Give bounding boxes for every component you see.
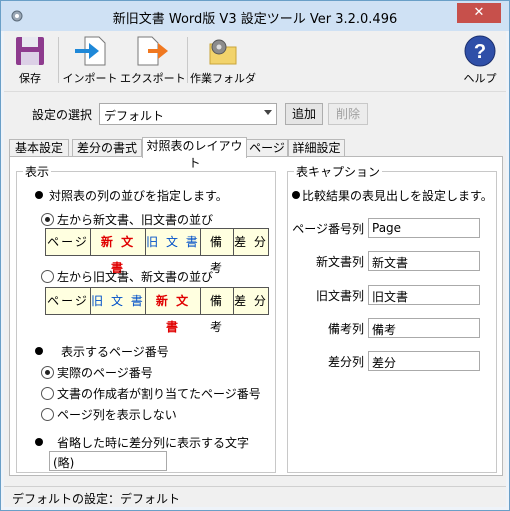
page-author-assigned-label: 文書の作成者が割り当てたページ番号	[57, 387, 261, 401]
bullet-icon	[35, 191, 43, 199]
caption-group-title: 表キャプション	[294, 163, 383, 180]
folder-gear-icon	[209, 39, 237, 65]
help-button[interactable]: ? ヘルプ	[460, 34, 500, 88]
toolbar-separator	[187, 37, 188, 83]
omit-text-input[interactable]: (略)	[49, 451, 167, 471]
bullet-icon	[35, 347, 43, 355]
tab-panel: 表示 対照表の列の並びを指定します。 左から新文書、旧文書の並び ページ 新 文…	[9, 156, 503, 476]
tab-diff-format[interactable]: 差分の書式	[72, 139, 142, 157]
export-icon	[137, 36, 168, 66]
caption-group: 表キャプション 比較結果の表見出しを設定します。 ページ番号列 Page 新文書…	[287, 163, 497, 473]
page-hide-label: ページ列を表示しない	[57, 408, 177, 422]
page-cell: ページ	[46, 288, 91, 314]
app-window: 新旧文書 Word版 V3 設定ツール Ver 3.2.0.496 ✕ 保存 イ…	[0, 0, 510, 511]
omit-heading: 省略した時に差分列に表示する文字	[57, 436, 250, 450]
bullet-icon	[35, 438, 43, 446]
page-number-heading: 表示するページ番号	[61, 345, 169, 359]
old-doc-cell: 旧 文 書	[91, 288, 146, 314]
export-label: エクスポート	[120, 72, 186, 85]
tab-table-layout[interactable]: 対照表のレイアウト	[142, 137, 247, 170]
save-label: 保存	[19, 72, 41, 85]
work-folder-label: 作業フォルダ	[190, 72, 256, 85]
display-group: 表示 対照表の列の並びを指定します。 左から新文書、旧文書の並び ページ 新 文…	[16, 163, 276, 473]
delete-button[interactable]: 削除	[328, 103, 368, 125]
toolbar: 保存 インポート エクスポート 作業フォルダ ? ヘルプ	[4, 31, 506, 92]
new-doc-caption-input[interactable]: 新文書	[368, 251, 480, 271]
export-button[interactable]: エクスポート	[120, 34, 186, 88]
new-doc-caption-value: 新文書	[372, 256, 409, 270]
notes-caption-input[interactable]: 備考	[368, 318, 480, 338]
chevron-down-icon	[264, 110, 272, 115]
import-icon	[75, 36, 106, 66]
diff-caption-label: 差分列	[327, 355, 364, 369]
diff-caption-input[interactable]: 差分	[368, 351, 480, 371]
old-doc-caption-label: 旧文書列	[315, 289, 364, 303]
notes-cell: 備 考	[201, 229, 234, 275]
notes-caption-value: 備考	[372, 323, 397, 337]
page-actual-label: 実際のページ番号	[57, 366, 153, 380]
new-doc-cell: 新 文 書	[91, 229, 146, 275]
bullet-icon	[292, 191, 300, 199]
tab-basic-settings[interactable]: 基本設定	[9, 139, 69, 157]
notes-cell: 備 考	[201, 288, 234, 334]
new-doc-caption-label: 新文書列	[315, 255, 364, 269]
window-title: 新旧文書 Word版 V3 設定ツール Ver 3.2.0.496	[112, 12, 398, 27]
status-bar: デフォルトの設定：デフォルト	[4, 486, 506, 507]
settings-select-row: 設定の選択 デフォルト 追加 削除	[4, 101, 506, 127]
import-label: インポート	[62, 72, 118, 85]
floppy-disk-icon	[16, 37, 44, 65]
add-button[interactable]: 追加	[285, 103, 323, 125]
settings-dropdown-value: デフォルト	[104, 109, 165, 123]
page-cell: ページ	[46, 229, 91, 255]
help-label: ヘルプ	[463, 72, 497, 85]
settings-select-label: 設定の選択	[32, 108, 93, 122]
order-old-first-radio[interactable]	[41, 270, 54, 283]
help-icon: ?	[464, 35, 496, 67]
order-new-first-radio[interactable]	[41, 213, 54, 226]
omit-text-value: (略)	[53, 456, 75, 470]
page-author-assigned-radio[interactable]	[41, 387, 54, 400]
old-doc-caption-value: 旧文書	[372, 290, 409, 304]
page-actual-radio[interactable]	[41, 366, 54, 379]
column-order-preview-old-first: ページ 旧 文 書 新 文 書 備 考 差 分	[45, 287, 269, 334]
svg-text:?: ?	[474, 41, 486, 63]
notes-caption-label: 備考列	[327, 322, 364, 336]
title-bar: 新旧文書 Word版 V3 設定ツール Ver 3.2.0.496 ✕	[1, 1, 509, 31]
display-group-title: 表示	[23, 163, 52, 180]
close-button[interactable]: ✕	[457, 3, 501, 23]
order-old-first-label: 左から旧文書、新文書の並び	[57, 270, 214, 284]
status-text: デフォルトの設定：デフォルト	[12, 492, 181, 506]
tab-advanced-settings[interactable]: 詳細設定	[288, 139, 345, 157]
client-area: 保存 インポート エクスポート 作業フォルダ ? ヘルプ 設定の選択 デフォルト…	[4, 31, 506, 507]
diff-caption-value: 差分	[372, 356, 397, 370]
save-button[interactable]: 保存	[8, 34, 52, 88]
toolbar-separator	[58, 37, 59, 83]
old-doc-cell: 旧 文 書	[146, 229, 201, 255]
tab-page[interactable]: ページ	[246, 139, 288, 157]
diff-cell: 差 分	[234, 235, 268, 249]
caption-heading: 比較結果の表見出しを設定します。	[302, 189, 493, 203]
diff-cell: 差 分	[234, 294, 268, 308]
page-column-caption-value: Page	[372, 221, 402, 235]
settings-dropdown[interactable]: デフォルト	[99, 103, 277, 125]
new-doc-cell: 新 文 書	[146, 288, 201, 334]
column-order-heading: 対照表の列の並びを指定します。	[49, 189, 228, 203]
page-column-caption-input[interactable]: Page	[368, 218, 480, 238]
old-doc-caption-input[interactable]: 旧文書	[368, 285, 480, 305]
page-column-caption-label: ページ番号列	[292, 222, 364, 236]
order-new-first-label: 左から新文書、旧文書の並び	[57, 213, 214, 227]
work-folder-button[interactable]: 作業フォルダ	[190, 34, 256, 88]
column-order-preview-new-first: ページ 新 文 書 旧 文 書 備 考 差 分	[45, 228, 269, 275]
page-hide-radio[interactable]	[41, 408, 54, 421]
import-button[interactable]: インポート	[62, 34, 118, 88]
